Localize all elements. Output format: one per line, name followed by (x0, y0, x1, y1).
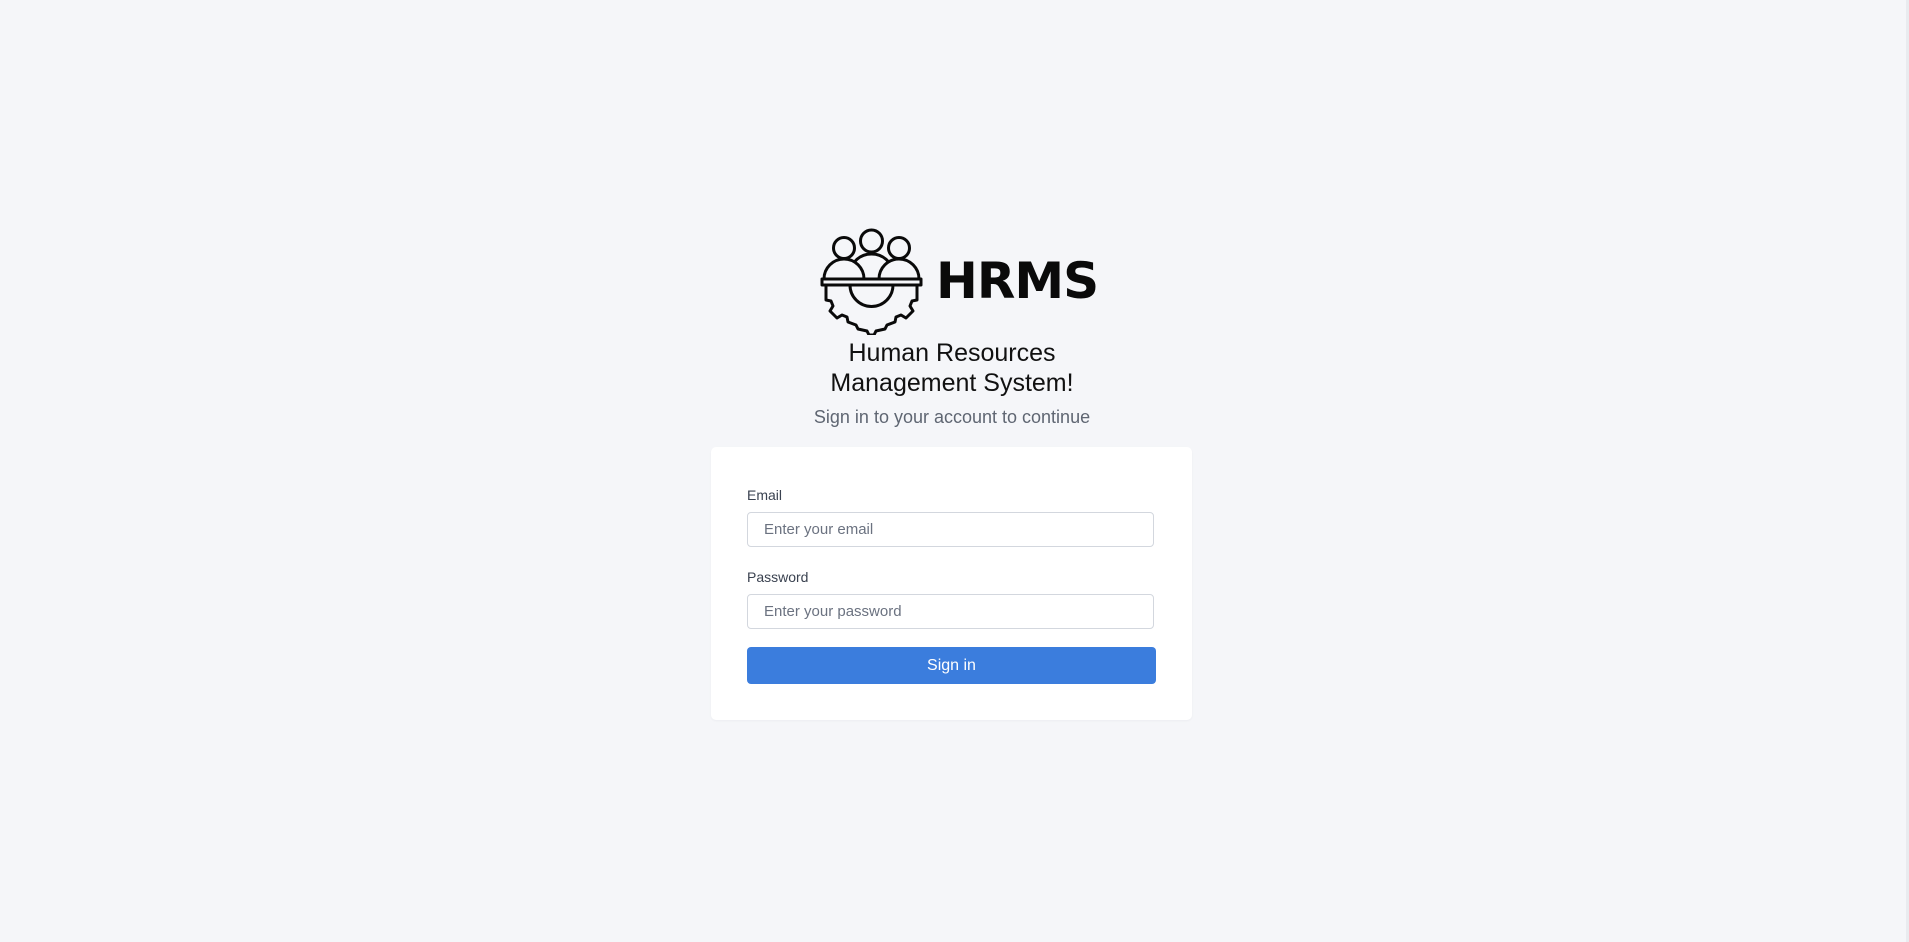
page-title-line-1: Human Resources (848, 339, 1056, 367)
email-field[interactable] (747, 512, 1154, 547)
page-title: Human Resources Management System! (752, 338, 1152, 398)
people-gear-icon (820, 228, 923, 335)
page-title-line-2: Management System! (830, 369, 1074, 397)
email-label: Email (747, 487, 783, 503)
page-subtitle: Sign in to your account to continue (813, 407, 1091, 427)
signin-card: Email Password Sign in (711, 447, 1192, 720)
brand-name: HRMS (936, 252, 1099, 310)
brand-header: HRMS (820, 228, 1099, 335)
signin-button[interactable]: Sign in (747, 647, 1156, 684)
password-field[interactable] (747, 594, 1154, 629)
login-page: HRMS Human Resources Management System! … (0, 0, 1904, 942)
password-label: Password (747, 569, 809, 585)
